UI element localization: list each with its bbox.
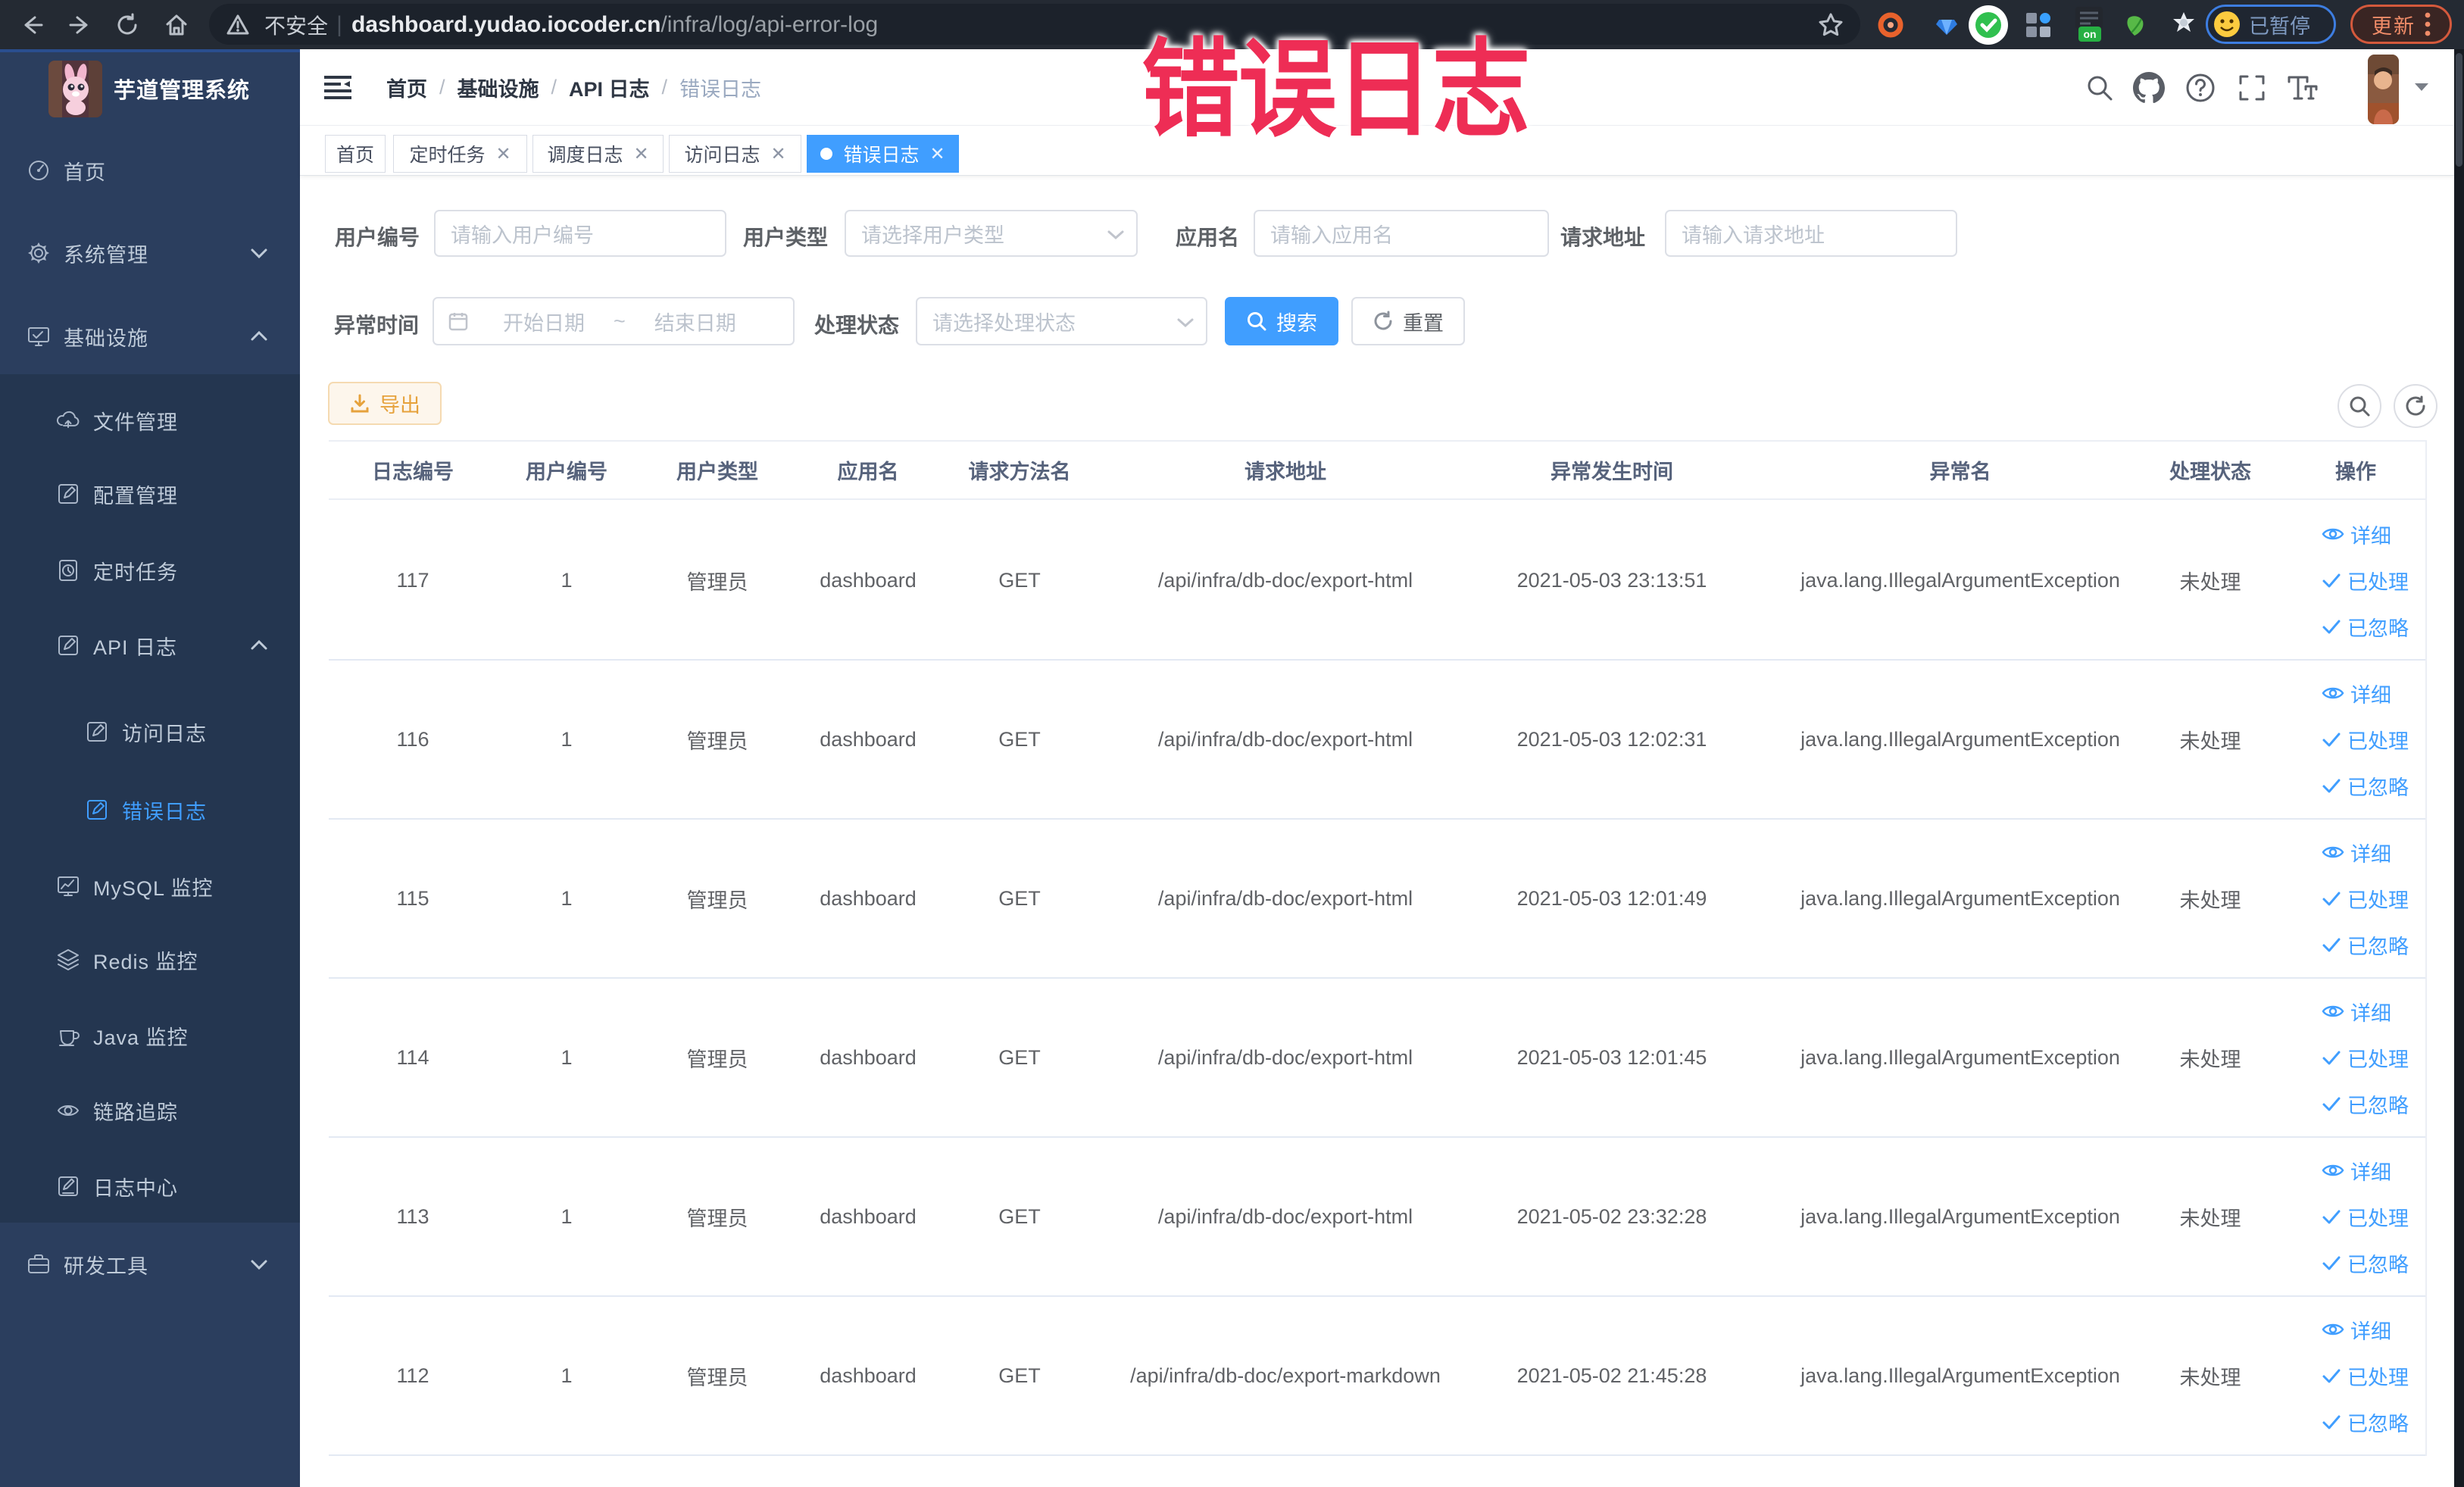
svg-text:on: on	[2083, 28, 2096, 40]
